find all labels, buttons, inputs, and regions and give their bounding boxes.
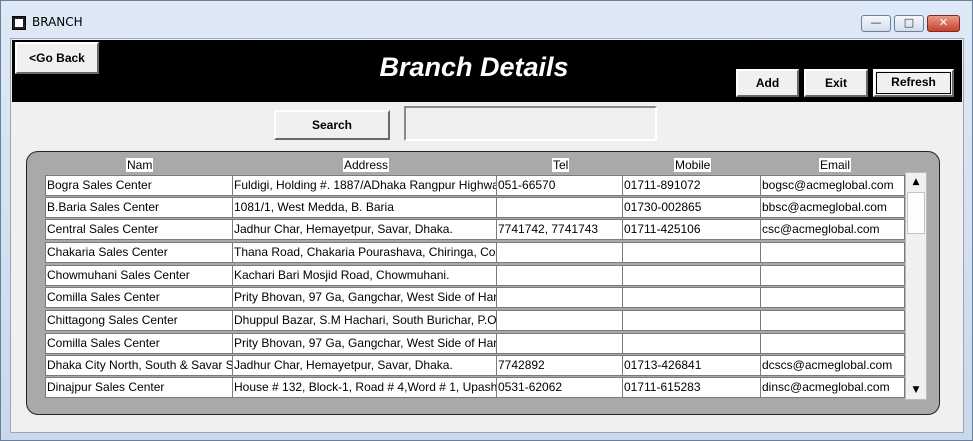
cell-email[interactable] xyxy=(760,310,905,331)
maximize-button[interactable]: □ xyxy=(894,15,924,32)
search-input[interactable] xyxy=(404,106,657,141)
cell-mobile[interactable] xyxy=(622,265,761,286)
cell-address[interactable]: Thana Road, Chakaria Pourashava, Chiring… xyxy=(232,242,497,263)
scroll-down-icon[interactable]: ▼ xyxy=(907,382,925,398)
cell-mobile[interactable]: 01713-426841 xyxy=(622,355,761,376)
cell-address[interactable]: House # 132, Block-1, Road # 4,Word # 1,… xyxy=(232,377,497,398)
cell-tel[interactable]: 0531-62062 xyxy=(496,377,623,398)
cell-email[interactable]: bogsc@acmeglobal.com xyxy=(760,175,905,196)
cell-email[interactable]: bbsc@acmeglobal.com xyxy=(760,197,905,218)
cell-mobile[interactable]: 01711-891072 xyxy=(622,175,761,196)
app-icon xyxy=(12,16,26,30)
cell-address[interactable]: Jadhur Char, Hemayetpur, Savar, Dhaka. xyxy=(232,355,497,376)
cell-tel[interactable] xyxy=(496,333,623,354)
window-title: BRANCH xyxy=(32,15,83,29)
branch-table-panel: Nam Address Tel Mobile Email Bogra Sales… xyxy=(26,151,940,415)
column-header-mobile: Mobile xyxy=(674,158,712,172)
title-bar: BRANCH — □ ✕ xyxy=(1,1,972,32)
refresh-button[interactable]: Refresh xyxy=(873,69,954,97)
cell-mobile[interactable]: 01711-425106 xyxy=(622,219,761,240)
cell-tel[interactable] xyxy=(496,197,623,218)
search-button[interactable]: Search xyxy=(274,110,390,140)
exit-button[interactable]: Exit xyxy=(804,69,868,97)
cell-tel[interactable]: 7742892 xyxy=(496,355,623,376)
client-area: <Go Back Branch Details Add Exit Refresh… xyxy=(10,38,964,433)
cell-mobile[interactable] xyxy=(622,310,761,331)
cell-address[interactable]: Kachari Bari Mosjid Road, Chowmuhani. xyxy=(232,265,497,286)
cell-address[interactable]: Fuldigi, Holding #. 1887/ADhaka Rangpur … xyxy=(232,175,497,196)
cell-name[interactable]: B.Baria Sales Center xyxy=(45,197,233,218)
cell-tel[interactable] xyxy=(496,265,623,286)
cell-address[interactable]: Prity Bhovan, 97 Ga, Gangchar, West Side… xyxy=(232,333,497,354)
cell-email[interactable] xyxy=(760,242,905,263)
cell-mobile[interactable]: 01711-615283 xyxy=(622,377,761,398)
minimize-button[interactable]: — xyxy=(861,15,891,32)
cell-email[interactable] xyxy=(760,265,905,286)
scroll-up-icon[interactable]: ▲ xyxy=(907,174,925,190)
cell-mobile[interactable] xyxy=(622,333,761,354)
cell-email[interactable] xyxy=(760,333,905,354)
cell-name[interactable]: Chakaria Sales Center xyxy=(45,242,233,263)
header-bar: <Go Back Branch Details Add Exit Refresh xyxy=(12,40,962,102)
cell-name[interactable]: Central Sales Center xyxy=(45,219,233,240)
cell-name[interactable]: Chowmuhani Sales Center xyxy=(45,265,233,286)
cell-name[interactable]: Bogra Sales Center xyxy=(45,175,233,196)
cell-tel[interactable] xyxy=(496,242,623,263)
cell-address[interactable]: Prity Bhovan, 97 Ga, Gangchar, West Side… xyxy=(232,287,497,308)
cell-name[interactable]: Dhaka City North, South & Savar Sales Ce… xyxy=(45,355,233,376)
cell-email[interactable]: dcscs@acmeglobal.com xyxy=(760,355,905,376)
column-header-name: Nam xyxy=(126,158,154,172)
cell-name[interactable]: Comilla Sales Center xyxy=(45,287,233,308)
cell-tel[interactable] xyxy=(496,287,623,308)
cell-mobile[interactable]: 01730-002865 xyxy=(622,197,761,218)
cell-tel[interactable]: 7741742, 7741743 xyxy=(496,219,623,240)
cell-mobile[interactable] xyxy=(622,242,761,263)
vertical-scrollbar[interactable]: ▲ ▼ xyxy=(905,172,927,400)
cell-email[interactable]: dinsc@acmeglobal.com xyxy=(760,377,905,398)
close-button[interactable]: ✕ xyxy=(927,15,960,32)
cell-name[interactable]: Chittagong Sales Center xyxy=(45,310,233,331)
cell-tel[interactable]: 051-66570 xyxy=(496,175,623,196)
cell-tel[interactable] xyxy=(496,310,623,331)
cell-address[interactable]: 1081/1, West Medda, B. Baria xyxy=(232,197,497,218)
cell-email[interactable] xyxy=(760,287,905,308)
branch-window: BRANCH — □ ✕ <Go Back Branch Details Add… xyxy=(0,0,973,441)
cell-name[interactable]: Dinajpur Sales Center xyxy=(45,377,233,398)
column-header-tel: Tel xyxy=(552,158,570,172)
cell-mobile[interactable] xyxy=(622,287,761,308)
cell-email[interactable]: csc@acmeglobal.com xyxy=(760,219,905,240)
add-button[interactable]: Add xyxy=(736,69,799,97)
scroll-thumb[interactable] xyxy=(907,192,925,234)
cell-address[interactable]: Jadhur Char, Hemayetpur, Savar, Dhaka. xyxy=(232,219,497,240)
cell-address[interactable]: Dhuppul Bazar, S.M Hachari, South Burich… xyxy=(232,310,497,331)
column-header-email: Email xyxy=(819,158,852,172)
column-header-address: Address xyxy=(343,158,390,172)
cell-name[interactable]: Comilla Sales Center xyxy=(45,333,233,354)
